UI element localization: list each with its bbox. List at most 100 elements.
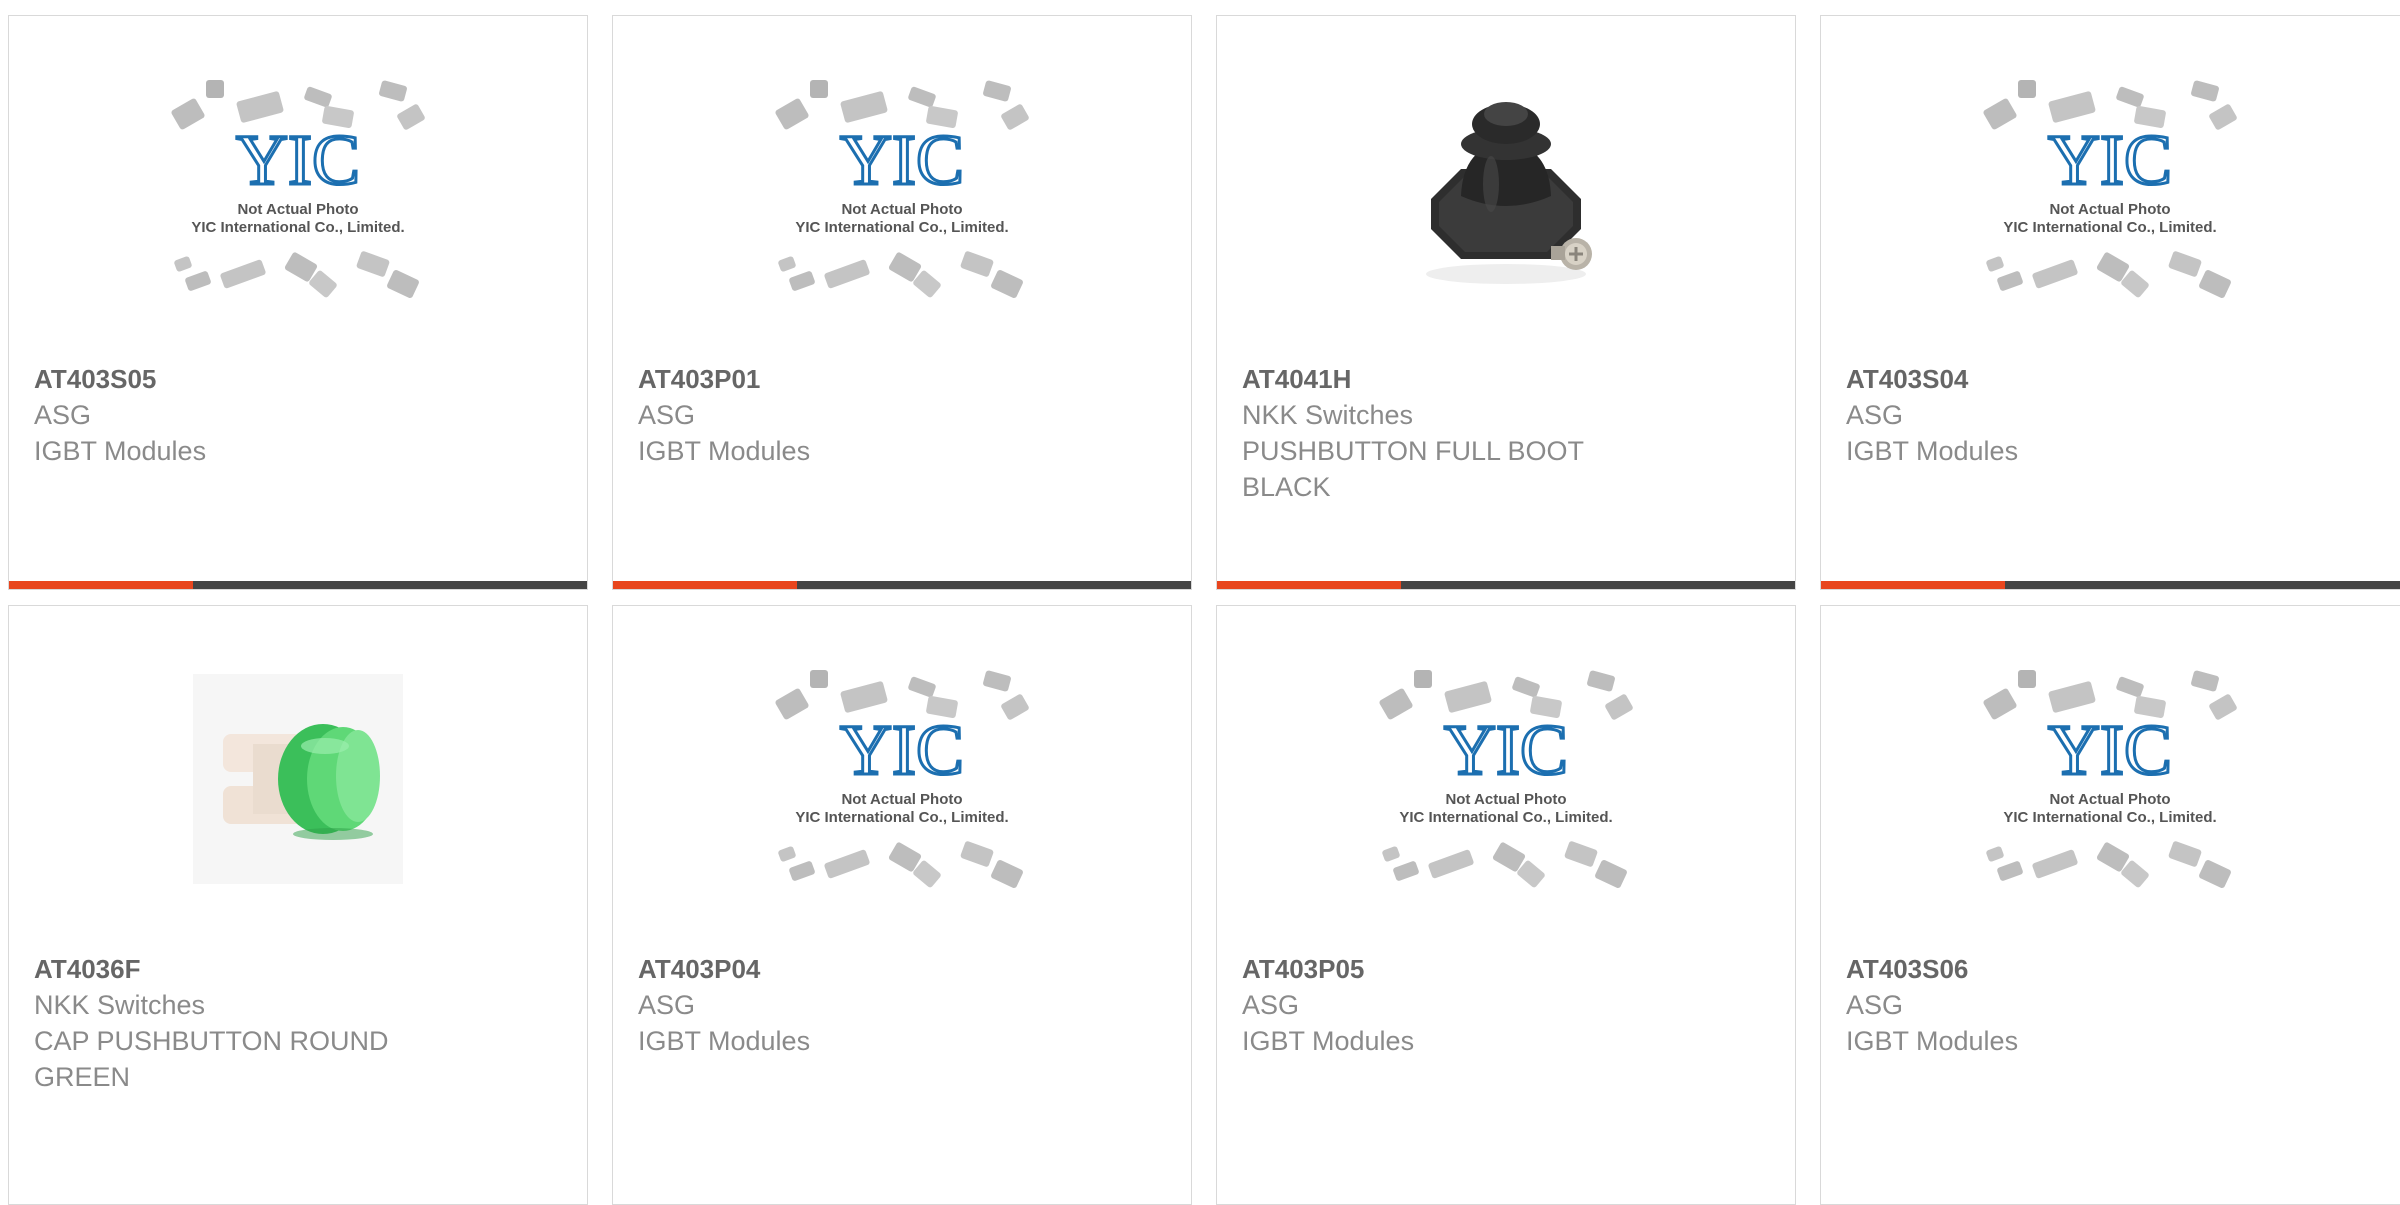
card-bottom-bar: [613, 581, 1191, 589]
manufacturer: NKK Switches: [34, 990, 206, 1020]
placeholder-image: YICNot Actual PhotoYIC International Co.…: [775, 79, 1029, 298]
description: IGBT Modules: [34, 436, 207, 466]
card-bottom-bar: [1821, 581, 2400, 589]
product-image-green-cap[interactable]: [9, 606, 587, 951]
chip-graphic: [2116, 676, 2144, 697]
part-number-link[interactable]: AT4041H: [1242, 361, 1775, 397]
product-image-placeholder[interactable]: YIC Not Actual Photo YIC International Co.…: [1821, 16, 2399, 361]
chip-graphic: [2048, 90, 2096, 123]
chip-graphic: [1428, 849, 1474, 878]
description: PUSHBUTTON FULL BOOT BLACK: [1242, 436, 1584, 502]
chip-graphic: [356, 250, 390, 277]
product-image-placeholder[interactable]: YIC Not Actual Photo YIC International Co.…: [613, 16, 1191, 361]
placeholder-image: YICNot Actual PhotoYIC International Co.…: [171, 79, 425, 298]
chip-graphic: [983, 80, 1011, 101]
manufacturer: ASG: [638, 990, 696, 1020]
card-accent-bar: [1217, 581, 1401, 589]
chip-graphic: [1379, 688, 1413, 719]
chip-graphic: [2199, 269, 2231, 298]
product-image-placeholder[interactable]: YIC Not Actual Photo YIC International Co.…: [613, 606, 1191, 951]
manufacturer: ASG: [1846, 400, 1904, 430]
product-image-placeholder[interactable]: YIC Not Actual Photo YIC International Co.…: [1217, 606, 1795, 951]
chip-graphic: [991, 269, 1023, 298]
chip-graphic: [220, 259, 266, 288]
part-number-link[interactable]: AT4036F: [34, 951, 567, 987]
chip-graphic: [983, 670, 1011, 691]
chip-graphic: [2209, 103, 2237, 130]
product-image-placeholder[interactable]: YIC Not Actual Photo YIC International Co.…: [9, 16, 587, 361]
yic-logo: YIC: [840, 120, 964, 200]
chip-graphic: [908, 86, 936, 107]
not-actual-photo-text: Not Actual Photo: [841, 201, 962, 218]
company-name-text: YIC International Co., Limited.: [2003, 809, 2216, 826]
product-grid: YIC Not Actual Photo YIC International Co.…: [0, 0, 2400, 1205]
chip-graphic: [824, 849, 870, 878]
placeholder-image: YICNot Actual PhotoYIC International Co.…: [1379, 669, 1633, 888]
chip-graphic: [1444, 680, 1492, 713]
product-image-placeholder[interactable]: YIC Not Actual Photo YIC International Co.…: [1821, 606, 2399, 951]
part-number-link[interactable]: AT403S05: [34, 361, 567, 397]
chip-graphic: [2032, 849, 2078, 878]
product-card[interactable]: YIC Not Actual Photo YIC International Co.…: [612, 605, 1192, 1205]
manufacturer: ASG: [638, 400, 696, 430]
manufacturer: ASG: [34, 400, 92, 430]
yic-logo: YIC: [1444, 710, 1568, 790]
chip-graphic: [2018, 79, 2036, 98]
description: IGBT Modules: [638, 1026, 811, 1056]
chip-graphic: [1997, 270, 2023, 291]
description: IGBT Modules: [1846, 436, 2019, 466]
chip-graphic: [304, 86, 332, 107]
chip-graphic: [2191, 670, 2219, 691]
chip-graphic: [171, 98, 205, 129]
chip-graphic: [174, 255, 192, 272]
product-card[interactable]: YIC Not Actual Photo YIC International Co.…: [1216, 605, 1796, 1205]
part-number-link[interactable]: AT403P05: [1242, 951, 1775, 987]
part-number-link[interactable]: AT403P01: [638, 361, 1171, 397]
chip-graphic: [810, 79, 828, 98]
company-name-text: YIC International Co., Limited.: [2003, 219, 2216, 236]
card-accent-bar: [1821, 581, 2005, 589]
part-number-link[interactable]: AT403S06: [1846, 951, 2389, 987]
card-accent-bar: [9, 581, 193, 589]
chip-graphic: [185, 270, 211, 291]
not-actual-photo-text: Not Actual Photo: [2049, 201, 2170, 218]
product-card[interactable]: YIC Not Actual Photo YIC International Co.…: [1820, 15, 2400, 590]
chip-graphic: [1414, 669, 1432, 688]
chip-graphic: [1001, 693, 1029, 720]
chip-graphic: [775, 688, 809, 719]
not-actual-photo-text: Not Actual Photo: [237, 201, 358, 218]
chip-graphic: [2209, 693, 2237, 720]
product-image-black-boot[interactable]: [1217, 16, 1795, 361]
company-name-text: YIC International Co., Limited.: [795, 809, 1008, 826]
chip-graphic: [379, 80, 407, 101]
chip-graphic: [1001, 103, 1029, 130]
chip-graphic: [778, 845, 796, 862]
part-number-link[interactable]: AT403P04: [638, 951, 1171, 987]
chip-graphic: [1986, 255, 2004, 272]
chip-graphic: [1605, 693, 1633, 720]
chip-graphic: [1983, 98, 2017, 129]
placeholder-image: YICNot Actual PhotoYIC International Co.…: [1983, 669, 2237, 888]
product-card[interactable]: YIC Not Actual Photo YIC International Co.…: [8, 15, 588, 590]
description: IGBT Modules: [1846, 1026, 2019, 1056]
product-card[interactable]: YIC Not Actual Photo YIC International Co.…: [1820, 605, 2400, 1205]
product-card[interactable]: AT4041H NKK Switches PUSHBUTTON FULL BOO…: [1216, 15, 1796, 590]
part-number-link[interactable]: AT403S04: [1846, 361, 2389, 397]
product-card[interactable]: AT4036F NKK Switches CAP PUSHBUTTON ROUN…: [8, 605, 588, 1205]
company-name-text: YIC International Co., Limited.: [1399, 809, 1612, 826]
card-bottom-bar: [9, 581, 587, 589]
description: IGBT Modules: [1242, 1026, 1415, 1056]
company-name-text: YIC International Co., Limited.: [191, 219, 404, 236]
card-bottom-bar: [1217, 581, 1795, 589]
chip-graphic: [2018, 669, 2036, 688]
chip-graphic: [1595, 859, 1627, 888]
manufacturer: NKK Switches: [1242, 400, 1414, 430]
black-boot-image: [1401, 83, 1611, 294]
not-actual-photo-text: Not Actual Photo: [841, 791, 962, 808]
placeholder-image: YICNot Actual PhotoYIC International Co.…: [775, 669, 1029, 888]
chip-graphic: [397, 103, 425, 130]
yic-logo: YIC: [2048, 710, 2172, 790]
chip-graphic: [991, 859, 1023, 888]
chip-graphic: [960, 840, 994, 867]
product-card[interactable]: YIC Not Actual Photo YIC International Co.…: [612, 15, 1192, 590]
